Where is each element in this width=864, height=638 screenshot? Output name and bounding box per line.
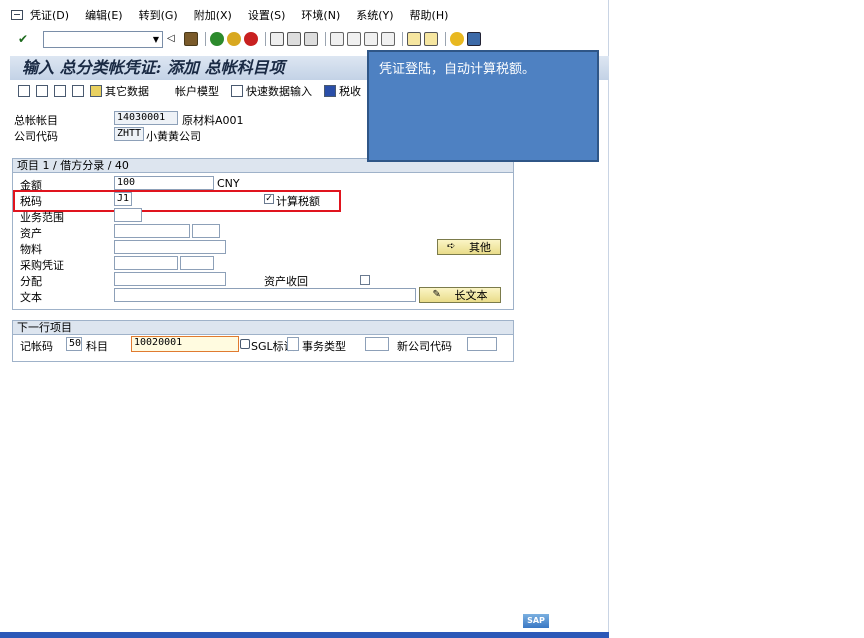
gl-account-description: 原材料A001 [182,114,244,127]
next-page-icon[interactable] [364,32,378,46]
transaction-type-label: 事务类型 [302,340,346,353]
posting-key-label: 记帐码 [20,340,53,353]
dropdown-icon[interactable]: ▼ [150,32,162,47]
company-code-field: ZHTT [114,127,144,141]
document-save-icon[interactable] [54,85,66,97]
text-label: 文本 [20,291,42,304]
window-menu-icon[interactable] [11,10,23,20]
asset-field[interactable] [114,224,190,238]
asset-retirement-label: 资产收回 [264,275,308,288]
company-code-description: 小黄黄公司 [146,130,201,143]
account-model-button[interactable]: 帐户模型 [175,83,219,99]
arrow-right-icon [90,85,102,97]
company-code-label: 公司代码 [14,130,58,143]
new-session-icon[interactable] [407,32,421,46]
asset-retirement-checkbox[interactable] [360,275,370,285]
menu-document[interactable]: 凭证(D) [30,7,69,23]
shortcut-icon[interactable] [424,32,438,46]
enter-check-icon[interactable]: ✔ [18,32,32,46]
menu-edit[interactable]: 编辑(E) [85,7,123,23]
long-text-button[interactable]: ✎ 长文本 [419,287,501,303]
menu-environment[interactable]: 环境(N) [301,7,340,23]
business-area-label: 业务范围 [20,211,64,224]
back-icon[interactable] [210,32,224,46]
edit-text-icon: ✎ [432,289,441,300]
fast-entry-button[interactable]: 快速数据输入 [231,83,312,99]
account-label: 科目 [86,340,108,353]
gl-account-field: 14030001 [114,111,178,125]
info-icon [324,85,336,97]
new-company-code-field[interactable] [467,337,497,351]
command-field[interactable]: ▼ [43,30,163,48]
purchase-doc-label: 采购凭证 [20,259,64,272]
account-field[interactable]: 10020001 [131,336,239,352]
purchase-doc-item-field[interactable] [180,256,214,270]
material-field[interactable] [114,240,226,254]
text-field[interactable] [114,288,416,302]
find-icon[interactable] [287,32,301,46]
person-icon[interactable] [18,85,30,97]
copy-icon[interactable] [72,85,84,97]
last-page-icon[interactable] [381,32,395,46]
new-company-code-label: 新公司代码 [397,340,452,353]
standard-toolbar: ✔ ▼ ◁ [0,28,609,50]
search-help-icon[interactable] [240,339,250,349]
application-toolbar: 其它数据 帐户模型 快速数据输入 税收 [18,83,373,99]
toolbar-separator [402,32,403,46]
cancel-icon[interactable] [244,32,258,46]
previous-page-icon[interactable] [347,32,361,46]
assignment-label: 分配 [20,275,42,288]
toolbar-separator [445,32,446,46]
edit-icon [231,85,243,97]
menu-bar: 凭证(D) 编辑(E) 转到(G) 附加(X) 设置(S) 环境(N) 系统(Y… [0,5,609,25]
first-page-icon[interactable] [330,32,344,46]
menu-system[interactable]: 系统(Y) [356,7,393,23]
taskbar [0,632,609,638]
more-button[interactable]: ➪ 其他 [437,239,501,255]
save-icon[interactable] [184,32,198,46]
other-data-button[interactable]: 其它数据 [90,83,149,99]
menu-goto[interactable]: 转到(G) [139,7,178,23]
toolbar-separator [205,32,206,46]
tax-button[interactable]: 税收 [324,83,361,99]
material-label: 物料 [20,243,42,256]
posting-key-field[interactable]: 50 [66,337,82,351]
menu-settings[interactable]: 设置(S) [248,7,286,23]
help-icon[interactable] [450,32,464,46]
transaction-type-field[interactable] [365,337,389,351]
arrow-right-icon: ➪ [447,241,456,252]
toolbar-separator [265,32,266,46]
sgl-indicator-field[interactable] [287,337,299,351]
exit-icon[interactable] [227,32,241,46]
layout-icon[interactable] [467,32,481,46]
sap-logo: SAP [523,614,549,628]
asset-subnumber-field[interactable] [192,224,220,238]
menu-help[interactable]: 帮助(H) [410,7,449,23]
assignment-field[interactable] [114,272,226,286]
amount-field[interactable]: 100 [114,176,214,190]
toolbar-separator [325,32,326,46]
purchase-doc-field[interactable] [114,256,178,270]
collapse-icon[interactable]: ◁ [167,32,181,46]
menu-extras[interactable]: 附加(X) [194,7,232,23]
asset-label: 资产 [20,227,42,240]
next-item-group-header: 下一行项目 [13,321,513,335]
currency-label: CNY [217,177,240,190]
annotation-callout: 凭证登陆，自动计算税额。 [367,50,599,162]
business-area-field[interactable] [114,208,142,222]
find-next-icon[interactable] [304,32,318,46]
gl-account-label: 总帐帐目 [14,114,58,127]
document-icon[interactable] [36,85,48,97]
print-icon[interactable] [270,32,284,46]
